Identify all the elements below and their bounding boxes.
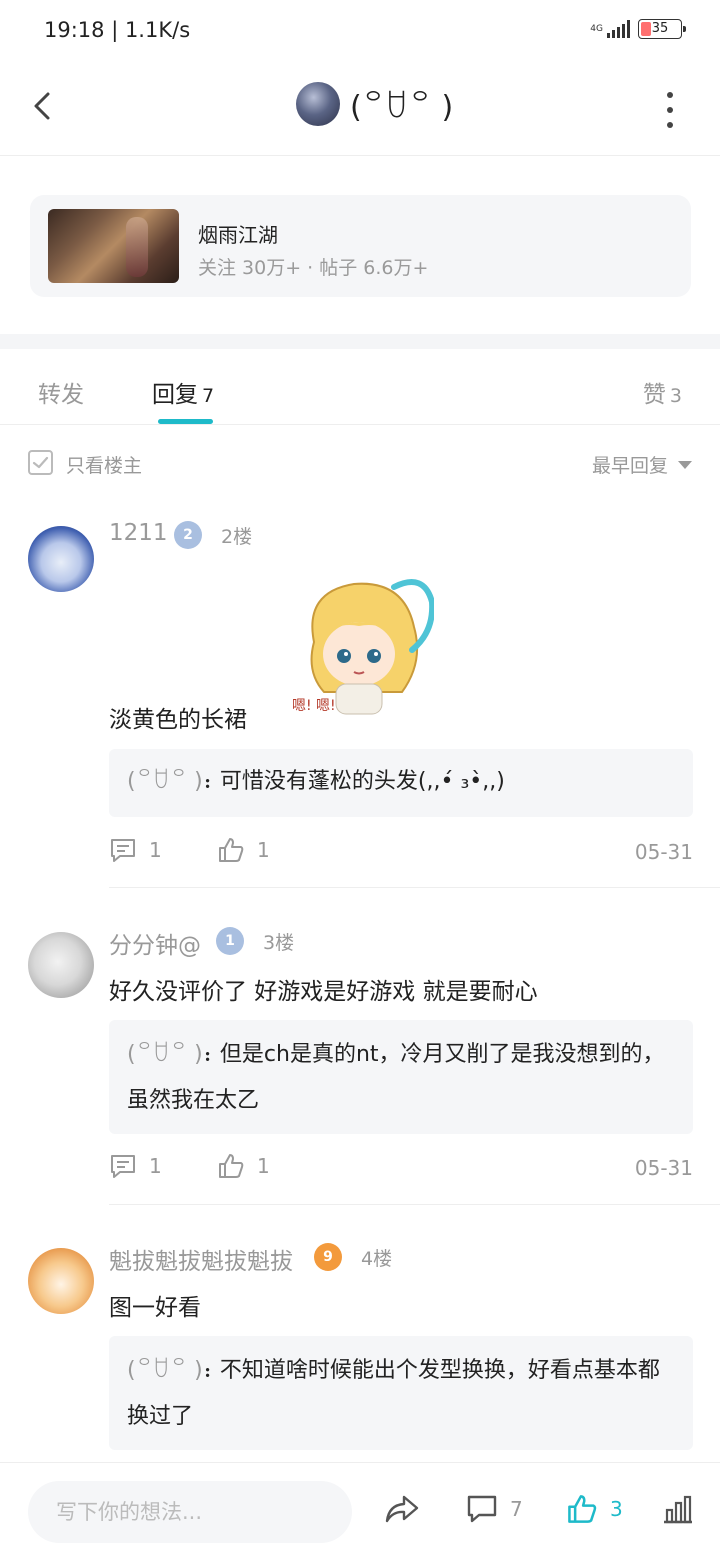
comment-count: 1	[149, 838, 162, 862]
sub-reply-author[interactable]: (꒪ꇴ꒪ )	[127, 769, 203, 794]
network-type: 4G	[590, 24, 603, 34]
tab-reply-count: 7	[202, 385, 215, 407]
sub-reply[interactable]: (꒪ꇴ꒪ )：但是ch是真的nt，冷月又削了是我没想到的，虽然我在太乙	[109, 1020, 693, 1134]
author-name[interactable]: (꒪ꇴ꒪ )	[350, 86, 453, 125]
level-number: 1	[225, 933, 235, 949]
forum-card[interactable]: 烟雨江湖 关注 30万+ · 帖子 6.6万+	[30, 195, 691, 297]
level-badge: 2	[174, 521, 202, 549]
floor-number: 4楼	[361, 1248, 393, 1270]
sub-reply[interactable]: (꒪ꇴ꒪ )：不知道啥时候能出个发型换换，好看点基本都换过了	[109, 1336, 693, 1450]
interaction-tabs: 转发 回复 7 赞3	[0, 349, 720, 425]
reply-text: 淡黄色的长裙	[109, 707, 247, 733]
bottom-comment-count: 7	[510, 1497, 523, 1521]
tab-like-label: 赞	[642, 382, 666, 408]
username[interactable]: 魁拔魁拔魁拔魁拔	[109, 1242, 293, 1276]
share-button[interactable]	[384, 1493, 420, 1525]
bottom-like-count: 3	[610, 1497, 623, 1521]
bar-chart-icon	[664, 1495, 692, 1524]
post-actions: 1 1 05-31	[109, 836, 693, 870]
author-avatar[interactable]	[296, 82, 340, 126]
thumbs-up-icon	[219, 1154, 244, 1178]
sort-label: 最早回复	[591, 455, 668, 477]
chevron-left-icon	[34, 92, 50, 120]
anime-girl-sticker: 嗯! 嗯!	[292, 579, 434, 715]
post-actions: 1 1 05-31	[109, 1152, 693, 1186]
level-badge: 9	[314, 1243, 342, 1271]
sub-reply-text: ：不知道啥时候能出个发型换换，好看点基本都换过了	[127, 1358, 660, 1429]
comment-button[interactable]: 1	[109, 836, 162, 864]
battery-icon: 35	[638, 19, 686, 39]
comment-input[interactable]	[28, 1481, 352, 1543]
avatar[interactable]	[28, 1248, 94, 1314]
username[interactable]: 1211	[109, 520, 168, 546]
sub-reply-author[interactable]: (꒪ꇴ꒪ )	[127, 1042, 203, 1067]
thumbs-up-icon	[219, 838, 244, 862]
stats-button[interactable]	[662, 1493, 694, 1525]
forum-name: 烟雨江湖	[198, 223, 278, 247]
sort-dropdown[interactable]: 最早回复	[592, 451, 692, 478]
like-button[interactable]: 1	[217, 836, 270, 864]
sub-reply-text: ：可惜没有蓬松的头发(,,•́ ₃•̀,,)	[202, 769, 505, 794]
bottom-like-button[interactable]: 3	[566, 1493, 623, 1525]
forum-stats: 关注 30万+ · 帖子 6.6万+	[198, 257, 429, 279]
floor-number: 2楼	[221, 526, 253, 548]
op-only-checkbox[interactable]	[28, 450, 53, 475]
battery-level: 35	[651, 21, 669, 36]
reply-post: 分分钟@ 1 3楼 好久没评价了 好游戏是好游戏 就是要耐心 (꒪ꇴ꒪ )：但是…	[0, 906, 720, 1206]
tab-like[interactable]: 赞3	[643, 375, 682, 409]
more-options-button[interactable]	[660, 92, 680, 128]
status-indicators: 4G 35	[590, 19, 686, 39]
caret-down-icon	[678, 460, 692, 469]
divider	[109, 1204, 720, 1205]
reply-text: 图一好看	[109, 1295, 201, 1321]
check-icon	[32, 456, 49, 469]
like-button[interactable]: 1	[217, 1152, 270, 1180]
tab-reply[interactable]: 回复 7	[152, 375, 214, 409]
reply-post: 魁拔魁拔魁拔魁拔 9 4楼 图一好看 (꒪ꇴ꒪ )：不知道啥时候能出个发型换换，…	[0, 1222, 720, 1462]
floor-number: 3楼	[263, 932, 295, 954]
username[interactable]: 分分钟@	[109, 926, 201, 960]
active-tab-indicator	[158, 419, 213, 424]
post-date: 05-31	[634, 840, 693, 864]
comment-button[interactable]: 1	[109, 1152, 162, 1180]
back-button[interactable]	[26, 86, 66, 126]
bottom-bar: 7 3	[0, 1462, 720, 1560]
tab-repost-label: 转发	[38, 382, 84, 408]
level-number: 9	[323, 1249, 333, 1265]
divider	[109, 887, 720, 888]
comment-icon	[111, 839, 135, 862]
section-divider	[0, 334, 720, 349]
sticker-text: 嗯! 嗯!	[292, 698, 336, 714]
like-count: 1	[257, 838, 270, 862]
bottom-comment-button[interactable]: 7	[466, 1493, 523, 1525]
status-time: 19:18 | 1.1K/s	[44, 18, 191, 42]
tab-reply-label: 回复	[152, 382, 198, 408]
forum-thumbnail	[48, 209, 179, 283]
post-date: 05-31	[634, 1156, 693, 1180]
op-only-label[interactable]: 只看楼主	[66, 451, 142, 478]
comment-count: 1	[149, 1154, 162, 1178]
level-badge: 1	[216, 927, 244, 955]
sub-reply-author[interactable]: (꒪ꇴ꒪ )	[127, 1358, 203, 1383]
sub-reply[interactable]: (꒪ꇴ꒪ )：可惜没有蓬松的头发(,,•́ ₃•̀,,)	[109, 749, 693, 817]
comment-icon	[111, 1155, 135, 1178]
comment-icon	[467, 1495, 497, 1523]
tab-like-count: 3	[669, 385, 682, 407]
tab-repost[interactable]: 转发	[38, 375, 84, 409]
signal-icon	[607, 20, 630, 38]
filter-bar: 只看楼主 最早回复	[0, 426, 720, 500]
top-nav: (꒪ꇴ꒪ )	[0, 64, 720, 156]
reply-post: 1211 2 2楼 嗯! 嗯! 淡黄色的长裙 (꒪ꇴ꒪ )：可惜没有蓬松的头发(…	[0, 500, 720, 888]
share-icon	[385, 1495, 419, 1523]
more-dot-icon	[667, 92, 673, 98]
sub-reply-text: ：但是ch是真的nt，冷月又削了是我没想到的，虽然我在太乙	[127, 1042, 665, 1113]
thumbs-up-icon	[568, 1495, 597, 1523]
reply-text: 好久没评价了 好游戏是好游戏 就是要耐心	[109, 979, 538, 1005]
like-count: 1	[257, 1154, 270, 1178]
avatar[interactable]	[28, 526, 94, 592]
level-number: 2	[183, 527, 193, 543]
avatar[interactable]	[28, 932, 94, 998]
status-bar: 19:18 | 1.1K/s 4G 35	[0, 0, 720, 64]
